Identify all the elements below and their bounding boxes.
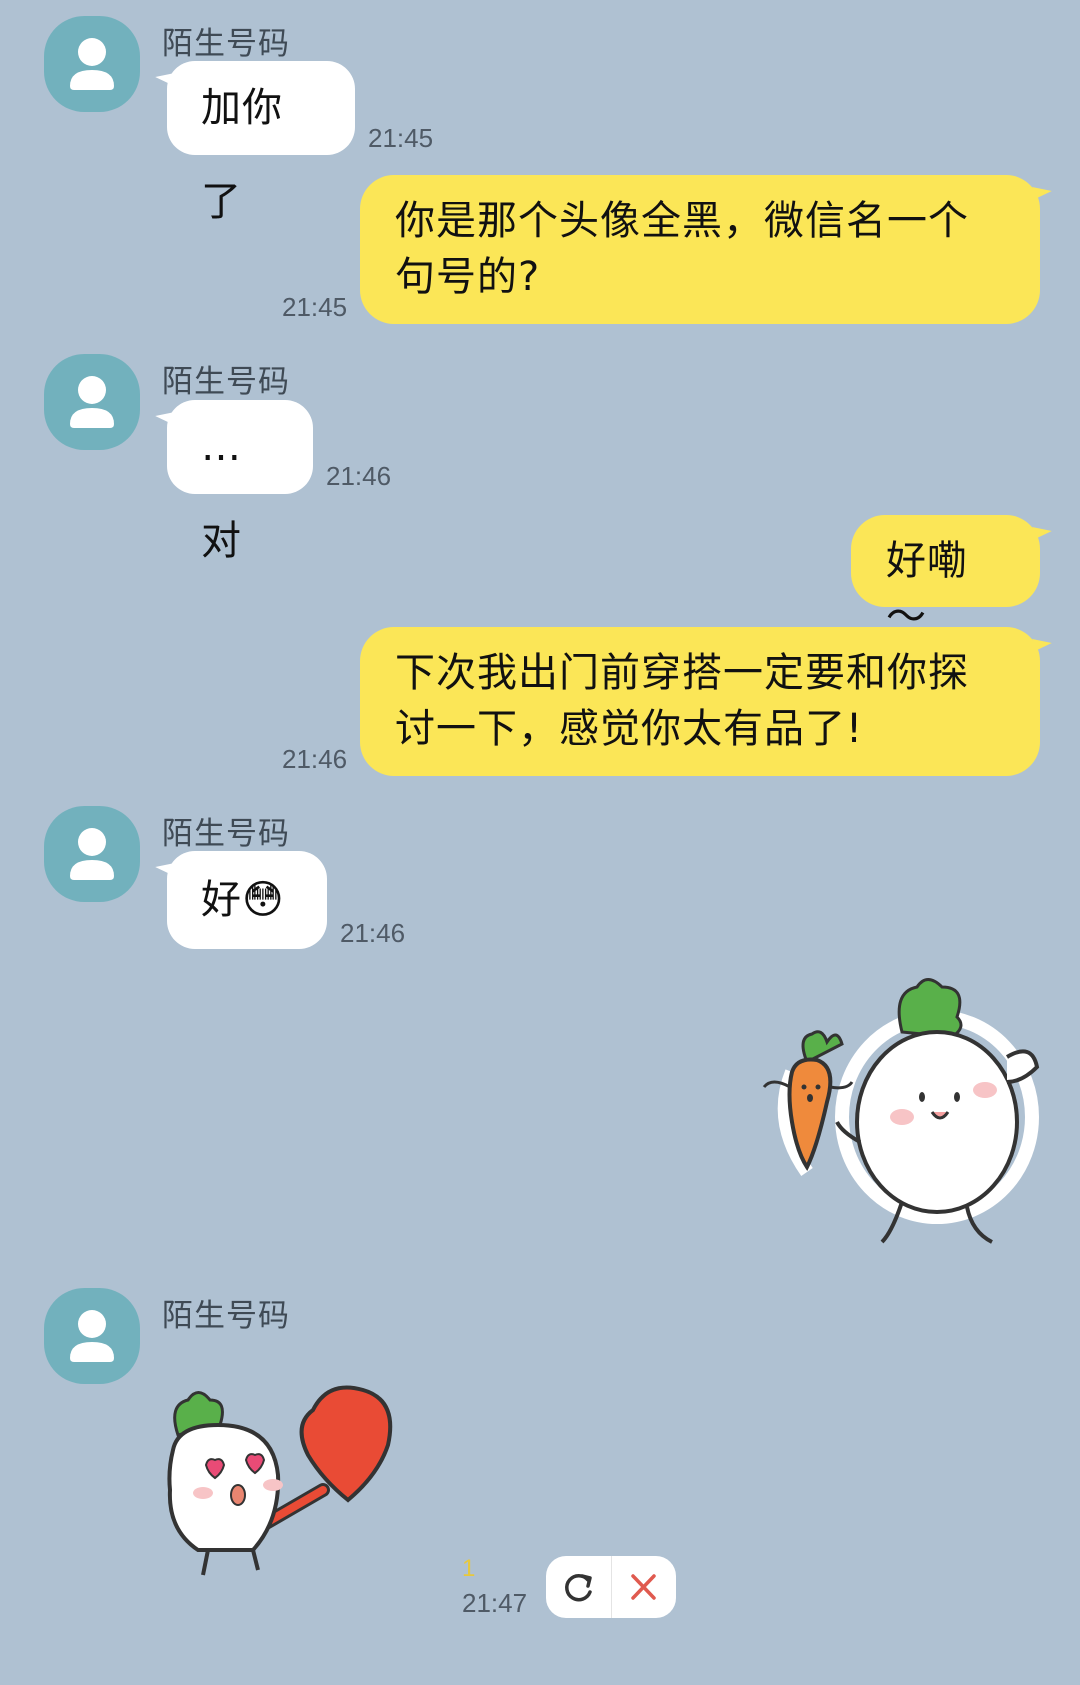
- message-text-line: 讨一下，感觉你太有品了!: [395, 706, 864, 752]
- user-placeholder-icon: [70, 828, 114, 880]
- unread-count: 1: [462, 1555, 476, 1582]
- message-text-line: 句号的?: [395, 254, 541, 300]
- message-text: 好: [201, 877, 242, 923]
- avatar[interactable]: [44, 1288, 140, 1384]
- message-text: …对: [201, 424, 242, 564]
- sender-name: 陌生号码: [162, 816, 290, 852]
- user-placeholder-icon: [70, 38, 114, 90]
- message-time: 21:45: [282, 292, 348, 322]
- message-time: 21:46: [326, 461, 392, 491]
- avatar[interactable]: [44, 806, 140, 902]
- message-time: 21:46: [340, 918, 406, 948]
- avatar[interactable]: [44, 354, 140, 450]
- message-time: 21:45: [368, 123, 434, 153]
- message-bubble[interactable]: …对: [155, 400, 313, 564]
- refresh-icon: [565, 1573, 592, 1602]
- sender-name: 陌生号码: [162, 26, 290, 62]
- avatar[interactable]: [44, 16, 140, 112]
- message-text-line: 下次我出门前穿搭一定要和你探: [395, 650, 969, 696]
- close-icon: [631, 1574, 656, 1600]
- message-time: 21:47: [462, 1588, 528, 1618]
- flushed-emoji: 😳: [242, 877, 285, 923]
- user-placeholder-icon: [70, 376, 114, 428]
- message-bubble[interactable]: 好😳: [155, 851, 327, 949]
- message-bubble[interactable]: 好嘞～: [851, 515, 1052, 640]
- radish-heart-sticker[interactable]: [158, 1380, 448, 1580]
- message-bubble[interactable]: 下次我出门前穿搭一定要和你探 讨一下，感觉你太有品了!: [360, 627, 1052, 776]
- user-placeholder-icon: [70, 1310, 114, 1362]
- sender-name: 陌生号码: [162, 1298, 290, 1334]
- message-text: 加你了: [201, 85, 283, 225]
- message-bubble[interactable]: 加你了: [155, 61, 355, 225]
- radish-carrot-sticker[interactable]: [752, 972, 1052, 1262]
- retry-button[interactable]: [546, 1556, 611, 1618]
- message-time: 21:46: [282, 744, 348, 774]
- delete-button[interactable]: [611, 1556, 676, 1618]
- message-bubble[interactable]: 你是那个头像全黑，微信名一个 句号的?: [360, 175, 1052, 324]
- message-text: 好嘞～: [886, 538, 968, 640]
- sender-name: 陌生号码: [162, 364, 290, 400]
- message-text-line: 你是那个头像全黑，微信名一个: [395, 198, 969, 244]
- resend-controls: [546, 1556, 676, 1618]
